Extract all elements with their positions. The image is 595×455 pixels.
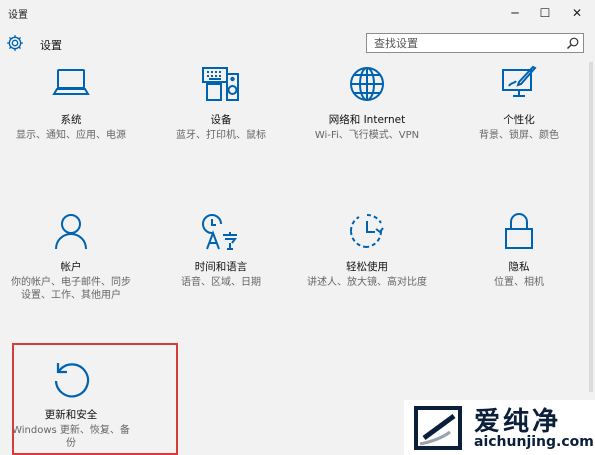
globe-icon — [350, 67, 384, 101]
tile-title: 隐私 — [508, 261, 530, 273]
tile-title: 个性化 — [503, 114, 535, 126]
maximize-button[interactable]: ☐ — [530, 0, 560, 26]
tile-description: 讲述人、放大镜、高对比度 — [307, 277, 427, 288]
tile-description: 背景、锁屏、颜色 — [479, 130, 559, 141]
tile-description: 显示、通知、应用、电源 — [16, 130, 126, 141]
highlight-frame — [12, 343, 178, 455]
tile-accounts[interactable]: 帐户 你的帐户、电子邮件、同步设置、工作、其他用户 — [1, 211, 141, 302]
scrollbar[interactable] — [589, 62, 593, 392]
settings-header: 设置 — [0, 28, 595, 60]
tile-title: 轻松使用 — [346, 261, 388, 273]
search-box[interactable] — [366, 33, 584, 53]
tile-description: 语音、区域、日期 — [181, 277, 261, 288]
page-title: 设置 — [40, 39, 62, 52]
close-button[interactable]: ✕ — [562, 0, 592, 26]
tile-personalization[interactable]: 个性化 背景、锁屏、颜色 — [449, 64, 589, 142]
clock-dashed-icon — [349, 213, 384, 248]
settings-window: 设置 ─ ☐ ✕ 设置 系统 显示 — [0, 0, 595, 455]
tile-ease-of-access[interactable]: 轻松使用 讲述人、放大镜、高对比度 — [297, 211, 437, 289]
tile-title: 时间和语言 — [194, 261, 248, 273]
search-input[interactable] — [367, 34, 564, 52]
tile-time-language[interactable]: 时间和语言 语音、区域、日期 — [151, 211, 291, 289]
tile-title: 设备 — [210, 114, 232, 126]
watermark-brand: 爱纯净 — [474, 407, 562, 437]
watermark-url: aichunjing.com — [474, 434, 594, 450]
paint-monitor-icon — [502, 65, 537, 97]
watermark-logo-icon — [414, 406, 462, 450]
title-bar[interactable]: 设置 ─ ☐ ✕ — [0, 0, 595, 28]
keyboard-speaker-icon — [202, 67, 239, 101]
watermark: 爱纯净 aichunjing.com — [404, 400, 595, 455]
gear-icon — [7, 35, 23, 51]
tile-description: Wi-Fi、飞行模式、VPN — [314, 130, 420, 141]
laptop-icon — [52, 69, 90, 95]
tile-description: 位置、相机 — [494, 277, 544, 288]
tile-devices[interactable]: 设备 蓝牙、打印机、鼠标 — [151, 64, 291, 142]
tile-description: 你的帐户、电子邮件、同步设置、工作、其他用户 — [11, 277, 131, 301]
minimize-button[interactable]: ─ — [500, 0, 530, 26]
search-icon[interactable] — [566, 36, 580, 50]
tile-title: 系统 — [60, 114, 82, 126]
tile-network[interactable]: 网络和 Internet Wi-Fi、飞行模式、VPN — [297, 64, 437, 142]
tile-privacy[interactable]: 隐私 位置、相机 — [449, 211, 589, 289]
time-language-icon — [202, 214, 237, 250]
tile-title: 网络和 Internet — [328, 114, 406, 126]
window-title: 设置 — [8, 10, 28, 21]
tile-system[interactable]: 系统 显示、通知、应用、电源 — [1, 64, 141, 142]
tile-title: 帐户 — [60, 261, 82, 273]
person-icon — [55, 214, 87, 250]
tile-description: 蓝牙、打印机、鼠标 — [176, 130, 266, 141]
lock-icon — [505, 213, 533, 249]
